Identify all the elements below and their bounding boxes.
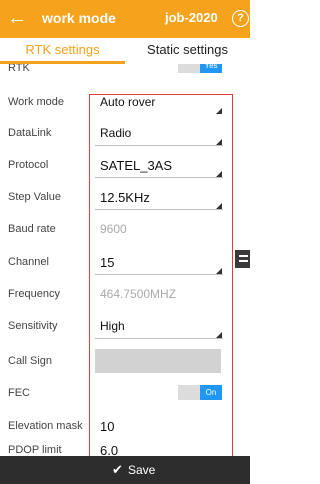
fec-toggle-state: On [200, 385, 222, 400]
rtk-toggle-state: Yes [200, 64, 222, 73]
baud-rate-input[interactable]: 9600 [100, 222, 127, 236]
protocol-row: Protocol SATEL_3AS [0, 154, 250, 186]
baud-rate-row: Baud rate 9600 [0, 218, 250, 250]
help-circle-icon[interactable]: ? [232, 10, 249, 27]
protocol-underline [95, 177, 223, 178]
dropdown-caret-icon [216, 171, 222, 177]
rtk-toggle[interactable]: Yes [178, 64, 222, 73]
pdop-limit-input[interactable]: 6.0 [100, 443, 118, 456]
step-value-select[interactable]: 12.5KHz [100, 190, 150, 205]
dropdown-caret-icon [216, 139, 222, 145]
menu-handle-icon[interactable] [235, 250, 250, 268]
page-title: work mode [42, 10, 116, 26]
fec-toggle[interactable]: On [178, 385, 222, 400]
channel-row: Channel 15 [0, 250, 250, 282]
elevation-mask-input[interactable]: 10 [100, 419, 114, 434]
pdop-limit-label: PDOP limit [8, 444, 62, 456]
call-sign-input[interactable] [95, 349, 221, 373]
datalink-label: DataLink [8, 127, 52, 139]
datalink-underline [95, 145, 223, 146]
protocol-label: Protocol [8, 159, 49, 171]
job-name: job-2020 [165, 10, 218, 25]
tab-rtk-settings[interactable]: RTK settings [0, 38, 125, 64]
channel-select[interactable]: 15 [100, 255, 114, 270]
settings-form: RTK Yes Work mode Auto rover DataLink Ra… [0, 64, 250, 456]
app-header: ← work mode job-2020 ? [0, 0, 250, 38]
call-sign-row: Call Sign [0, 345, 250, 377]
work-mode-label: Work mode [8, 96, 65, 108]
check-icon: ✔ [112, 462, 123, 477]
dropdown-caret-icon [216, 332, 222, 338]
dropdown-caret-icon [216, 268, 222, 274]
sensitivity-underline [95, 338, 223, 339]
dropdown-caret-icon [216, 108, 222, 114]
arrow-left-icon[interactable]: ← [6, 6, 28, 30]
work-mode-select[interactable]: Auto rover [100, 95, 155, 109]
frequency-label: Frequency [8, 288, 60, 300]
sensitivity-row: Sensitivity High [0, 314, 250, 346]
step-value-underline [95, 209, 223, 210]
channel-underline [95, 274, 223, 275]
datalink-row: DataLink Radio [0, 122, 250, 154]
datalink-select[interactable]: Radio [100, 126, 131, 140]
sensitivity-label: Sensitivity [8, 320, 58, 332]
fec-row: FEC On [0, 380, 250, 412]
elevation-mask-label: Elevation mask [8, 420, 83, 432]
fec-label: FEC [8, 387, 30, 399]
dropdown-caret-icon [216, 203, 222, 209]
tab-static-settings[interactable]: Static settings [125, 38, 250, 64]
pdop-limit-row: PDOP limit 6.0 [0, 438, 250, 456]
sensitivity-select[interactable]: High [100, 319, 125, 333]
save-button-label: Save [128, 463, 156, 477]
save-button[interactable]: ✔ Save [0, 456, 250, 484]
call-sign-label: Call Sign [8, 355, 53, 367]
tab-bar: RTK settings Static settings [0, 38, 250, 64]
step-value-label: Step Value [8, 191, 62, 203]
frequency-row: Frequency 464.7500MHZ [0, 282, 250, 314]
rtk-label: RTK [8, 64, 30, 74]
rtk-row: RTK Yes [0, 64, 250, 90]
step-value-row: Step Value 12.5KHz [0, 186, 250, 218]
baud-rate-label: Baud rate [8, 223, 56, 235]
work-mode-row: Work mode Auto rover [0, 90, 250, 122]
frequency-input[interactable]: 464.7500MHZ [100, 287, 176, 301]
channel-label: Channel [8, 256, 49, 268]
protocol-select[interactable]: SATEL_3AS [100, 158, 172, 173]
